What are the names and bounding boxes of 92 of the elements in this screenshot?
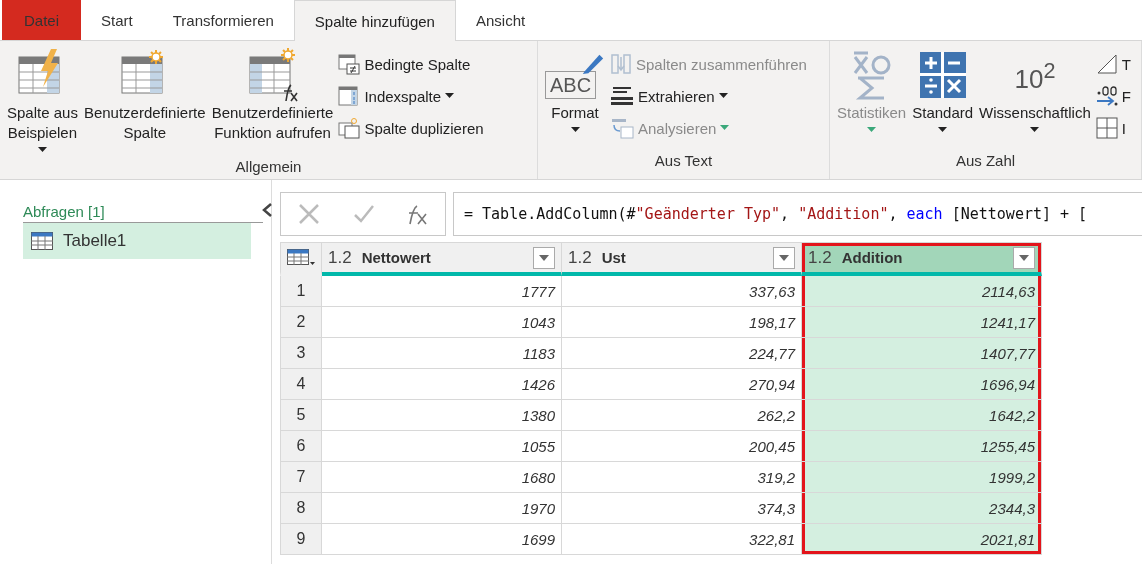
filter-dropdown[interactable] (1013, 246, 1035, 269)
ribbon-button[interactable]: F (1095, 81, 1131, 111)
table-icon (31, 232, 53, 250)
function-icon[interactable] (407, 202, 430, 226)
row-number: 7 (280, 462, 322, 493)
filter-dropdown[interactable] (533, 246, 555, 269)
ribbon-button[interactable]: 10$^{2}$ Wissenschaftlich (978, 47, 1092, 151)
table-cell: 2344,3 (802, 493, 1042, 524)
row-number: 5 (280, 400, 322, 431)
row-number: 8 (280, 493, 322, 524)
column-header[interactable]: 1.2 Ust (562, 242, 802, 276)
caret-icon (720, 125, 730, 131)
queries-title: Abfragen [1] (23, 203, 105, 221)
group-label: Aus Text (653, 151, 714, 171)
caret-icon (779, 254, 789, 261)
table-cell: 1777 (322, 276, 562, 307)
group-label: Allgemein (234, 157, 303, 177)
table-cell: 2021,81 (802, 524, 1042, 555)
row-number: 3 (280, 338, 322, 369)
table-cell: 337,63 (562, 276, 802, 307)
table-cell: 224,77 (562, 338, 802, 369)
row-number: 4 (280, 369, 322, 400)
group-label: Aus Zahl (954, 151, 1017, 171)
row-number: 9 (280, 524, 322, 555)
table-cell: 1043 (322, 307, 562, 338)
ribbon-button[interactable]: Benutzerdefinierte Spalte (82, 47, 207, 157)
caret-icon (445, 93, 455, 99)
table-cell: 1680 (322, 462, 562, 493)
ribbon-tab[interactable]: Spalte hinzufügen (293, 0, 456, 41)
merge-columns-icon (610, 53, 632, 75)
rounding-icon (1095, 85, 1118, 107)
table-cell: 319,2 (562, 462, 802, 493)
query-item[interactable]: Tabelle1 (23, 223, 251, 259)
ribbon-tab[interactable]: Start (81, 0, 153, 40)
table-menu-button[interactable] (280, 242, 322, 276)
collapse-icon[interactable] (261, 202, 273, 218)
ribbon-button[interactable]: Standard (911, 47, 975, 151)
caret-icon (570, 127, 580, 133)
index-column-icon (338, 85, 361, 107)
table-cell: 2114,63 (802, 276, 1042, 307)
table-cell: 200,45 (562, 431, 802, 462)
row-number: 2 (280, 307, 322, 338)
power-icon: 10$^{2}$ (1014, 61, 1056, 89)
number-grid-icon (1095, 117, 1118, 139)
caret-icon (938, 127, 948, 133)
ribbon-button[interactable]: Benutzerdefinierte Funktion aufrufen (210, 47, 335, 157)
table-cell: 198,17 (562, 307, 802, 338)
ribbon-tab[interactable]: Transformieren (152, 0, 294, 40)
calculator-icon (919, 52, 966, 98)
table-cell: 1055 (322, 431, 562, 462)
caret-icon (37, 147, 47, 153)
ribbon-button[interactable]: T (1095, 49, 1131, 79)
triangle-icon (1095, 53, 1118, 75)
filter-dropdown[interactable] (773, 246, 795, 269)
table-cell: 1426 (322, 369, 562, 400)
table-cell: 1380 (322, 400, 562, 431)
ribbon-button[interactable]: Spalte duplizieren (338, 113, 484, 143)
formula-field[interactable]: = Table.AddColumn(#"Geänderter Typ", "Addition", each [Nettowert] + [ (453, 192, 1142, 236)
column-header[interactable]: 1.2 Addition (802, 242, 1042, 276)
duplicate-column-icon (338, 117, 361, 139)
table-cell: 374,3 (562, 493, 802, 524)
table-cell: 270,94 (562, 369, 802, 400)
table-cell: 1970 (322, 493, 562, 524)
caret-icon (1019, 254, 1029, 261)
ribbon-button[interactable]: Indexspalte (338, 81, 484, 111)
table-cell: 1407,77 (802, 338, 1042, 369)
row-number: 6 (280, 431, 322, 462)
ribbon-button[interactable]: I (1095, 113, 1131, 143)
table-cell: 262,2 (562, 400, 802, 431)
caret-icon (1030, 127, 1040, 133)
ribbon-button[interactable]: Extrahieren (610, 81, 807, 111)
table-cell: 1241,17 (802, 307, 1042, 338)
table-icon (287, 248, 315, 267)
ribbon-tab[interactable]: Ansicht (455, 0, 546, 40)
table-cell: 1183 (322, 338, 562, 369)
conditional-column-icon (338, 53, 361, 75)
parse-icon (610, 117, 634, 139)
extract-icon (610, 85, 634, 107)
table-cell: 322,81 (562, 524, 802, 555)
table-cell: 1999,2 (802, 462, 1042, 493)
column-header[interactable]: 1.2 Nettowert (322, 242, 562, 276)
table-cell: 1699 (322, 524, 562, 555)
row-number: 1 (280, 276, 322, 307)
table-cell: 1642,2 (802, 400, 1042, 431)
caret-icon (867, 127, 877, 133)
ribbon-button[interactable]: Spalte aus Beispielen (6, 47, 79, 157)
table-cell: 1255,45 (802, 431, 1042, 462)
ribbon-button[interactable]: Bedingte Spalte (338, 49, 484, 79)
table-cell: 1696,94 (802, 369, 1042, 400)
caret-icon (539, 254, 549, 261)
ribbon-button[interactable]: ABC Format (544, 47, 606, 151)
caret-icon (718, 93, 728, 99)
